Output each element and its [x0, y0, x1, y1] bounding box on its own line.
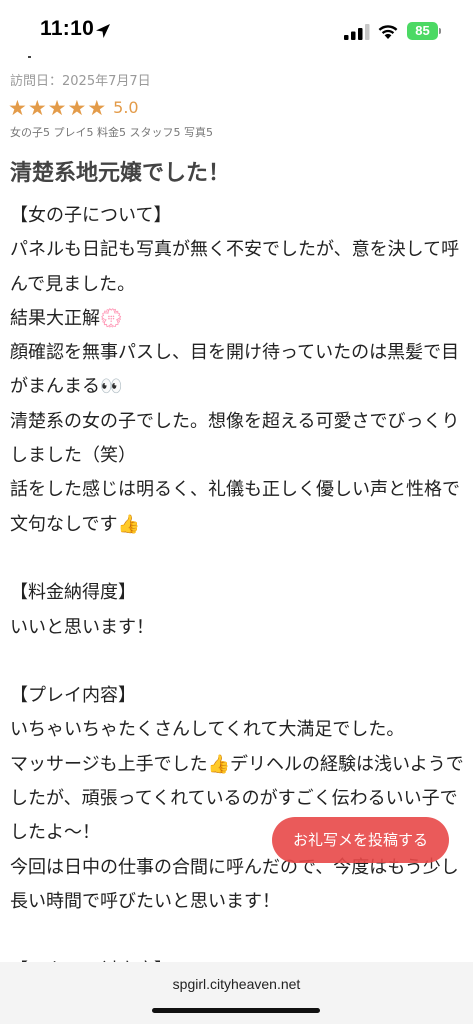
sub-ratings: 女の子5 プレイ5 料金5 スタッフ5 写真5: [10, 126, 213, 139]
rating-stars: ★ ★ ★ ★ ★ 5.0: [8, 96, 139, 120]
rating-score: 5.0: [113, 98, 139, 117]
star-icon: ★: [47, 96, 67, 120]
browser-url-bar[interactable]: spgirl.cityheaven.net: [0, 962, 473, 1024]
battery-tip: [439, 28, 441, 34]
star-icon: ★: [8, 96, 27, 120]
location-arrow-icon: [96, 24, 110, 38]
status-time: 11:10: [40, 17, 95, 40]
battery-indicator: 85: [407, 22, 438, 40]
post-thank-you-photo-button[interactable]: お礼写メを投稿する: [272, 817, 449, 863]
battery-level: 85: [415, 23, 430, 38]
star-icon: ★: [87, 96, 107, 120]
star-icon: ★: [67, 96, 87, 120]
star-icon: ★: [27, 96, 47, 120]
home-indicator[interactable]: [152, 1008, 320, 1013]
wifi-icon: [378, 25, 398, 39]
url-text[interactable]: spgirl.cityheaven.net: [0, 976, 473, 992]
review-body: 【女の子について】 パネルも日記も写真が無く不安でしたが、意を決して呼んで見まし…: [10, 205, 464, 981]
visit-date: 訪問日：2025年7月7日: [10, 74, 151, 89]
cellular-signal-icon: [344, 24, 370, 40]
status-bar: 11:10 85: [0, 0, 473, 56]
review-title: 清楚系地元嬢でした！: [10, 161, 231, 186]
